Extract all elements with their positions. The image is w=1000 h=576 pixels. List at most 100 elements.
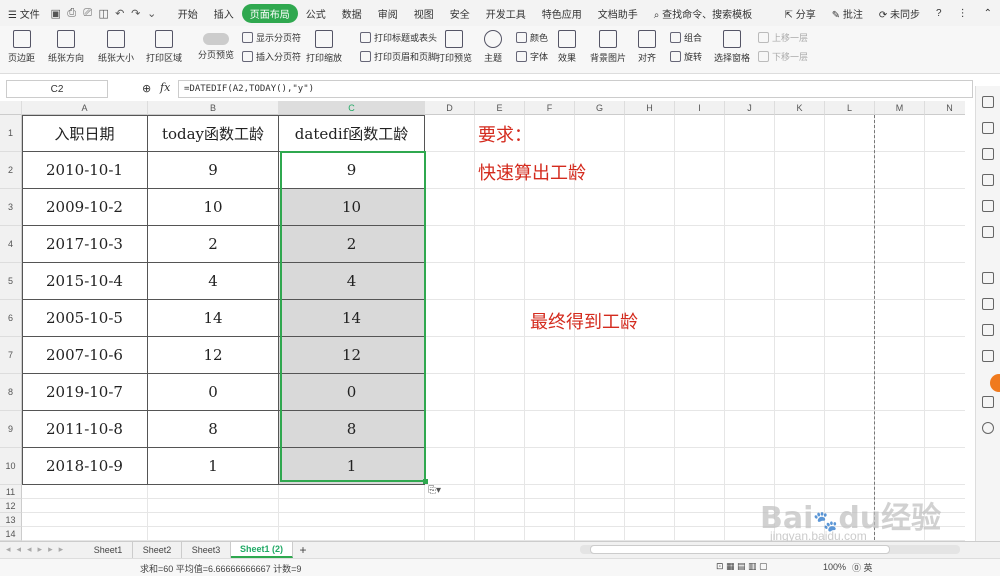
selection-pane-button[interactable]: 选择窗格: [714, 30, 750, 64]
send-backward-button[interactable]: 下移一层: [758, 50, 808, 63]
row-header-7[interactable]: 7: [0, 337, 22, 374]
empty-cell[interactable]: [525, 513, 575, 527]
print-icon[interactable]: ⎚: [80, 5, 96, 21]
empty-cell[interactable]: [425, 513, 475, 527]
empty-cell[interactable]: [279, 485, 425, 499]
table-cell[interactable]: 2: [279, 226, 425, 263]
empty-cell[interactable]: [22, 485, 148, 499]
empty-cell[interactable]: [875, 300, 925, 337]
empty-cell[interactable]: [425, 527, 475, 541]
empty-cell[interactable]: [675, 226, 725, 263]
empty-cell[interactable]: [875, 263, 925, 300]
empty-cell[interactable]: [625, 263, 675, 300]
empty-cell[interactable]: [148, 527, 279, 541]
tab-security[interactable]: 安全: [442, 6, 478, 21]
empty-cell[interactable]: [675, 152, 725, 189]
column-header-e[interactable]: E: [475, 101, 525, 115]
empty-cell[interactable]: [825, 374, 875, 411]
share-button[interactable]: ⇱ 分享: [777, 6, 824, 21]
empty-cell[interactable]: [675, 485, 725, 499]
chart-icon[interactable]: [982, 200, 994, 212]
empty-cell[interactable]: [775, 263, 825, 300]
redo-icon[interactable]: ↷: [128, 5, 144, 21]
empty-cell[interactable]: [575, 485, 625, 499]
empty-cell[interactable]: [148, 485, 279, 499]
empty-cell[interactable]: [475, 189, 525, 226]
empty-cell[interactable]: [625, 448, 675, 485]
empty-cell[interactable]: [279, 527, 425, 541]
empty-cell[interactable]: [425, 374, 475, 411]
row-header-13[interactable]: 13: [0, 513, 22, 527]
colors-button[interactable]: 颜色: [516, 31, 548, 44]
formula-input[interactable]: =DATEDIF(A2,TODAY(),"y"): [178, 80, 973, 98]
empty-cell[interactable]: [575, 189, 625, 226]
tab-features[interactable]: 特色应用: [534, 6, 590, 21]
spreadsheet-grid[interactable]: ABCDEFGHIJKLMN 1 2 3 4 5 6 7 8 9 10 11 12 13 14 入职日期 t…: [0, 101, 965, 541]
table-header-cell[interactable]: 入职日期: [22, 115, 148, 152]
row-header-11[interactable]: 11: [0, 485, 22, 499]
empty-cell[interactable]: [825, 152, 875, 189]
print-header-footer-button[interactable]: 打印页眉和页脚: [360, 50, 437, 63]
table-cell[interactable]: 12: [279, 337, 425, 374]
help-circle-icon[interactable]: [982, 422, 994, 434]
column-header-j[interactable]: J: [725, 101, 775, 115]
empty-cell[interactable]: [475, 527, 525, 541]
empty-cell[interactable]: [875, 411, 925, 448]
bring-forward-button[interactable]: 上移一层: [758, 31, 808, 44]
zoom-icon[interactable]: ⊕: [142, 82, 151, 95]
column-header-b[interactable]: B: [148, 101, 279, 115]
empty-cell[interactable]: [525, 485, 575, 499]
empty-cell[interactable]: [925, 189, 965, 226]
row-header-10[interactable]: 10: [0, 448, 22, 485]
group-button[interactable]: 组合: [670, 31, 702, 44]
empty-cell[interactable]: [725, 337, 775, 374]
table-cell[interactable]: 2018-10-9: [22, 448, 148, 485]
table-cell[interactable]: 10: [148, 189, 279, 226]
empty-cell[interactable]: [525, 499, 575, 513]
export-pdf-icon[interactable]: ⎙: [64, 5, 80, 21]
empty-cell[interactable]: [148, 499, 279, 513]
empty-cell[interactable]: [525, 263, 575, 300]
table-cell[interactable]: 0: [279, 374, 425, 411]
empty-cell[interactable]: [575, 263, 625, 300]
empty-cell[interactable]: [625, 411, 675, 448]
empty-cell[interactable]: [575, 411, 625, 448]
table-cell[interactable]: 8: [148, 411, 279, 448]
empty-cell[interactable]: [279, 513, 425, 527]
sheet-nav-arrows[interactable]: ◂◂◂▸▸▸: [6, 544, 69, 555]
empty-cell[interactable]: [825, 226, 875, 263]
fonts-button[interactable]: 字体: [516, 50, 548, 63]
sheet-tab-3[interactable]: Sheet3: [182, 542, 231, 558]
empty-cell[interactable]: [22, 527, 148, 541]
effects-button[interactable]: 效果: [558, 30, 576, 64]
align-button[interactable]: 对齐: [638, 30, 656, 64]
table-cell[interactable]: 9: [148, 152, 279, 189]
help-button[interactable]: ?: [928, 8, 950, 19]
page-break-preview-button[interactable]: 分页预览: [198, 30, 234, 61]
empty-cell[interactable]: [825, 337, 875, 374]
empty-cell[interactable]: [775, 411, 825, 448]
table-cell[interactable]: 9: [279, 152, 425, 189]
name-box[interactable]: C2: [6, 80, 108, 98]
crop-icon[interactable]: [982, 324, 994, 336]
tab-developer[interactable]: 开发工具: [478, 6, 534, 21]
empty-cell[interactable]: [625, 499, 675, 513]
tab-view[interactable]: 视图: [406, 6, 442, 21]
tab-data[interactable]: 数据: [334, 6, 370, 21]
empty-cell[interactable]: [775, 374, 825, 411]
empty-cell[interactable]: [675, 337, 725, 374]
empty-cell[interactable]: [475, 263, 525, 300]
history-icon[interactable]: [982, 396, 994, 408]
empty-cell[interactable]: [675, 499, 725, 513]
tab-doc-assistant[interactable]: 文档助手: [590, 6, 646, 21]
print-preview-icon[interactable]: ◫: [96, 5, 112, 21]
row-header-9[interactable]: 9: [0, 411, 22, 448]
empty-cell[interactable]: [625, 337, 675, 374]
table-cell[interactable]: 2007-10-6: [22, 337, 148, 374]
empty-cell[interactable]: [925, 448, 965, 485]
row-header-1[interactable]: 1: [0, 115, 22, 152]
empty-cell[interactable]: [825, 300, 875, 337]
empty-cell[interactable]: [925, 263, 965, 300]
empty-cell[interactable]: [625, 513, 675, 527]
empty-cell[interactable]: [775, 152, 825, 189]
